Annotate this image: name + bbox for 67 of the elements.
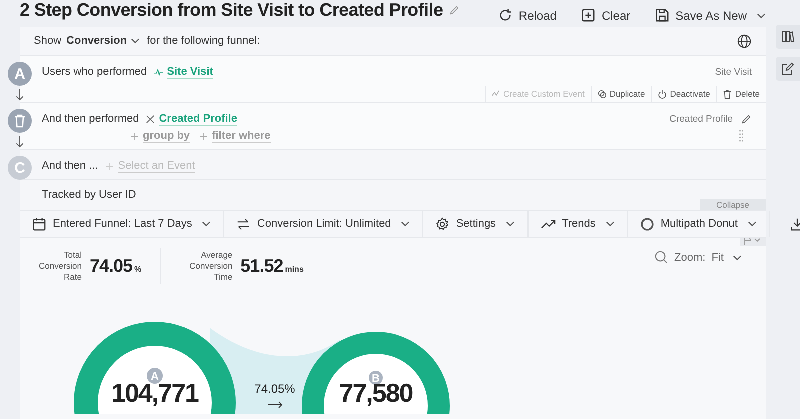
save-button[interactable]: Save As New (654, 8, 766, 23)
metric-dropdown[interactable]: Conversion (66, 35, 140, 47)
stat-label: Total Conversion Rate (38, 250, 82, 282)
event-name-label: Site Visit (715, 66, 752, 78)
down-arrow-icon (15, 135, 25, 149)
step-badge (147, 368, 163, 384)
settings-icon (435, 216, 450, 232)
download-icon (790, 216, 800, 232)
caret-icon (748, 221, 757, 227)
toolbar-dropdown[interactable]: Conversion Limit: Unlimited (224, 211, 424, 237)
step-lead-text: Users who performed (42, 66, 148, 78)
calendar-icon (32, 216, 47, 232)
report-title: 2 Step Conversion from Site Visit to Created Profile (20, 0, 444, 21)
stat-value: 74.05 (90, 256, 133, 276)
step-lead-text: And then performed (42, 113, 140, 125)
right-arrow-icon (268, 402, 283, 408)
power-icon (658, 90, 668, 98)
ring-icon (640, 216, 655, 232)
caret-icon (131, 38, 140, 44)
step-badge: A (8, 62, 32, 86)
caret-icon (506, 221, 516, 227)
search-icon (654, 250, 670, 265)
caret-icon (733, 254, 742, 260)
plus-icon (106, 162, 114, 170)
step-badge: C (8, 156, 32, 180)
globe-icon[interactable] (737, 34, 752, 48)
trash-icon (12, 113, 28, 129)
stat-value: 51.52 (240, 256, 284, 276)
toolbar-dropdown[interactable]: Settings (423, 211, 528, 237)
close-icon[interactable] (146, 114, 156, 124)
step-badge (369, 371, 383, 385)
swap-arrows-icon (236, 216, 252, 232)
zoom-dropdown[interactable]: Zoom: Fit (654, 250, 742, 265)
funnel-label: for the following funnel: (147, 35, 260, 47)
plus-icon (200, 132, 208, 140)
step-badge-letter: B (372, 373, 380, 385)
edit-icon[interactable] (776, 57, 800, 81)
caret-icon (202, 221, 212, 227)
stat-unit: mins (285, 264, 304, 274)
books-icon[interactable] (776, 25, 800, 49)
plus-icon (131, 132, 138, 140)
stat-label: Average Conversion Time (188, 250, 233, 282)
down-arrow-icon (15, 88, 25, 102)
caret-icon (757, 12, 766, 18)
step-badge-letter: A (151, 371, 159, 383)
clear-button[interactable]: Clear (580, 8, 631, 23)
step-lead-text: And then ... (42, 160, 98, 172)
trash-icon (723, 90, 732, 98)
show-label: Show (34, 35, 62, 47)
caret-icon (606, 221, 615, 227)
plus-square-icon (580, 8, 596, 23)
toolbar-dropdown[interactable]: Multipath Donut (628, 211, 770, 237)
sparkle-chart-icon (492, 90, 501, 98)
overlapping-circles-icon (598, 90, 607, 98)
tracking-label: Tracked by User ID (42, 189, 136, 201)
flag-icon (743, 238, 763, 245)
pulse-icon (154, 68, 164, 76)
conversion-percentage: 74.05% (254, 382, 296, 396)
toolbar-dropdown[interactable]: Entered Funnel: Last 7 Days (20, 211, 224, 237)
reload-icon (498, 8, 513, 23)
pencil-icon[interactable] (741, 114, 752, 124)
reload-button[interactable]: Reload (498, 8, 557, 23)
stat-unit: % (134, 264, 142, 274)
drag-handle-icon[interactable] (739, 130, 744, 142)
toolbar-dropdown[interactable]: Trends (528, 211, 628, 237)
caret-icon (401, 221, 410, 227)
event-name-label: Created Profile (670, 114, 733, 124)
